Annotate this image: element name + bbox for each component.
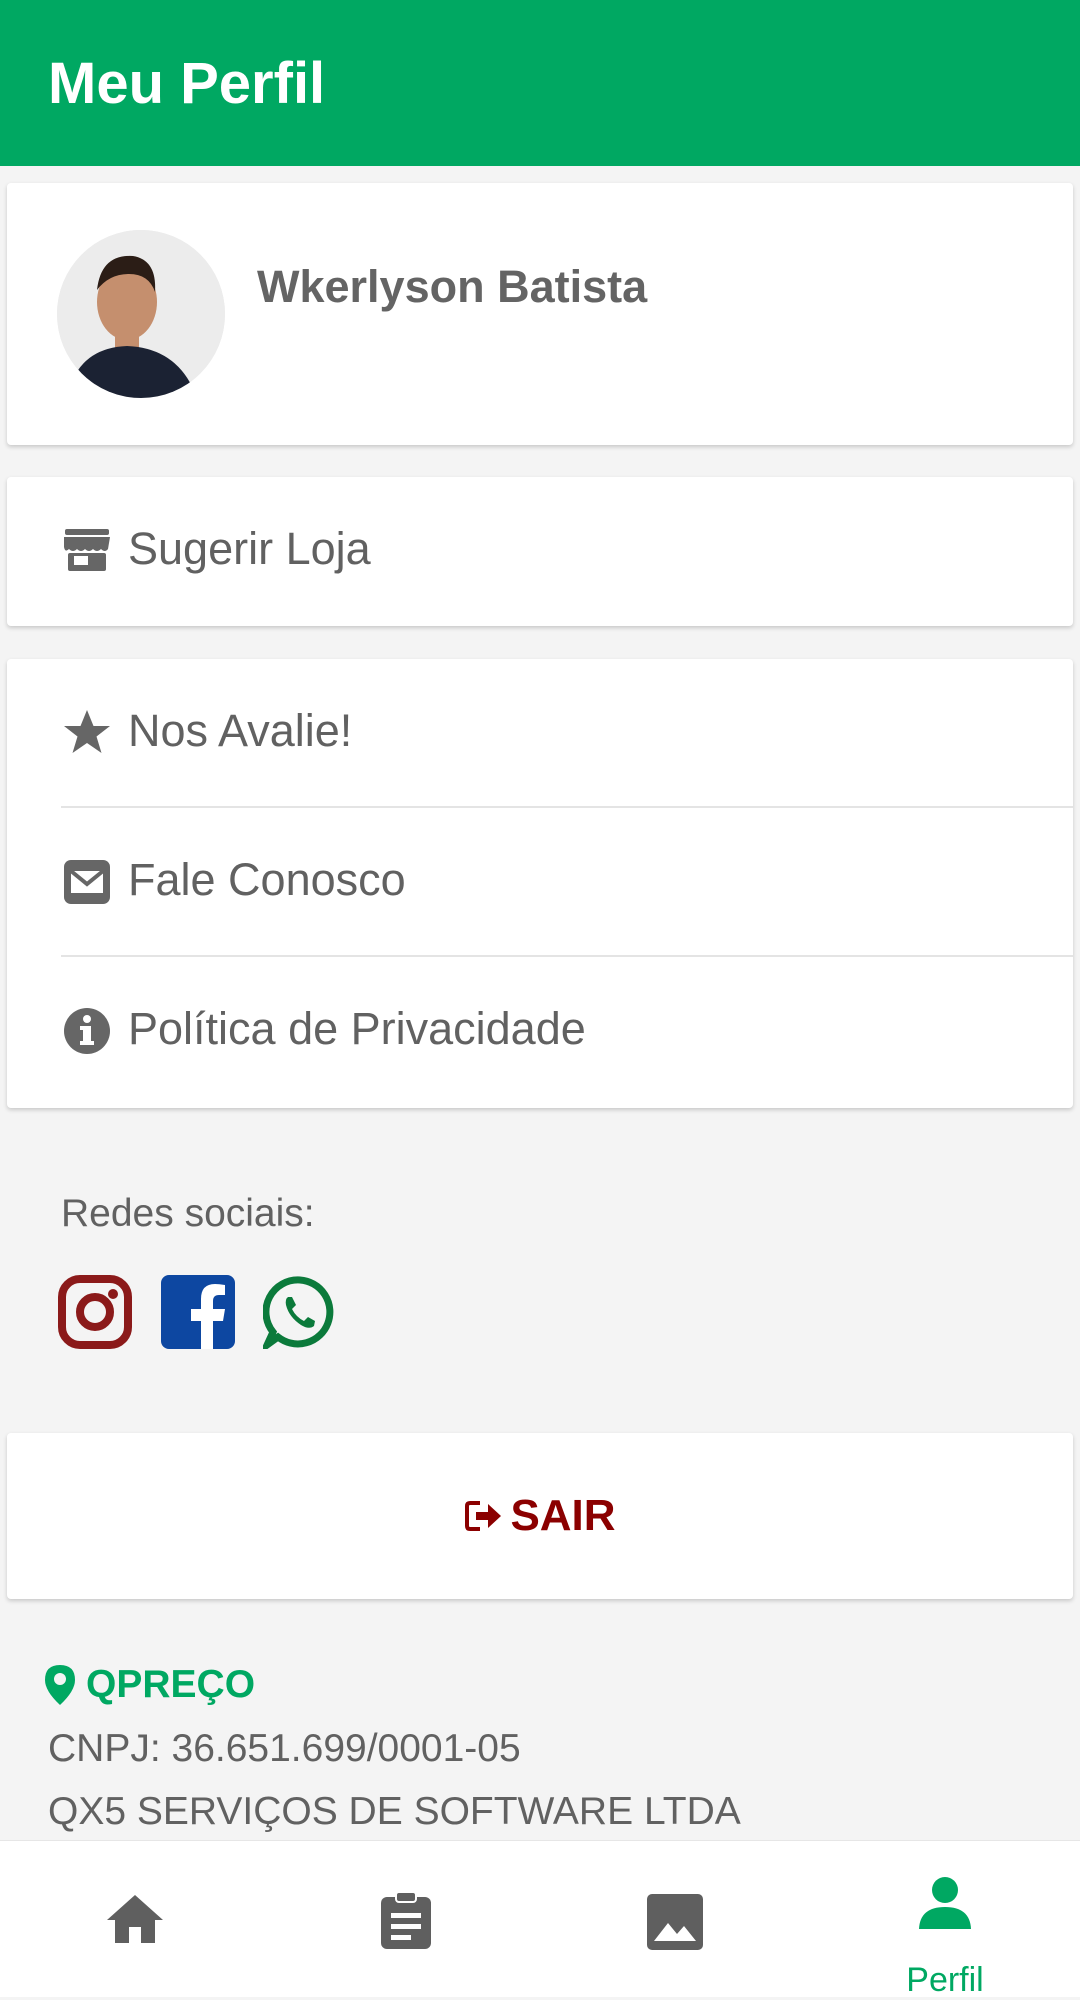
menu-label: Nos Avalie! [128, 705, 353, 756]
social-title: Redes sociais: [61, 1192, 315, 1235]
brand: QPREÇO [44, 1663, 255, 1707]
avatar[interactable] [57, 230, 225, 398]
star-icon [64, 710, 110, 753]
menu-card: Nos Avalie! Fale Conosco Política de Pri… [7, 659, 1073, 1108]
nav-list[interactable] [270, 1841, 540, 1997]
store-icon [64, 529, 110, 571]
instagram-icon[interactable] [58, 1275, 132, 1349]
menu-label: Sugerir Loja [128, 523, 371, 574]
nav-label: Perfil [906, 1961, 984, 1999]
clipboard-icon [381, 1891, 431, 1949]
bottom-navigation: Perfil [0, 1840, 1080, 1999]
nav-gallery[interactable] [540, 1841, 810, 1997]
info-icon [64, 1008, 110, 1054]
user-name: Wkerlyson Batista [257, 261, 648, 312]
suggest-store-card: Sugerir Loja [7, 477, 1073, 626]
nav-home[interactable] [0, 1841, 270, 1997]
brand-name: QPREÇO [86, 1663, 256, 1706]
map-marker-icon [45, 1665, 75, 1705]
person-icon [919, 1877, 971, 1929]
whatsapp-icon[interactable] [263, 1275, 337, 1349]
menu-item-suggest-store[interactable]: Sugerir Loja [7, 477, 1073, 626]
logout-label: SAIR [510, 1491, 616, 1540]
home-icon [107, 1895, 163, 1943]
menu-label: Fale Conosco [128, 854, 406, 905]
sign-out-icon [465, 1501, 502, 1531]
page-title: Meu Perfil [48, 51, 326, 116]
profile-card[interactable]: Wkerlyson Batista [7, 183, 1073, 445]
avatar-image [57, 230, 225, 398]
logout-card: SAIR [7, 1433, 1073, 1599]
menu-label: Política de Privacidade [128, 1003, 586, 1054]
menu-item-privacy[interactable]: Política de Privacidade [7, 957, 1073, 1106]
image-icon [647, 1894, 703, 1950]
company-name: QX5 SERVIÇOS DE SOFTWARE LTDA [48, 1790, 741, 1833]
cnpj-text: CNPJ: 36.651.699/0001-05 [48, 1727, 521, 1770]
nav-profile[interactable]: Perfil [810, 1841, 1080, 1999]
envelope-icon [64, 860, 110, 904]
logout-button[interactable]: SAIR [7, 1433, 1073, 1599]
menu-item-contact[interactable]: Fale Conosco [7, 808, 1073, 957]
app-bar: Meu Perfil [0, 0, 1080, 166]
facebook-icon[interactable] [161, 1275, 235, 1349]
menu-item-rate-us[interactable]: Nos Avalie! [7, 659, 1073, 808]
